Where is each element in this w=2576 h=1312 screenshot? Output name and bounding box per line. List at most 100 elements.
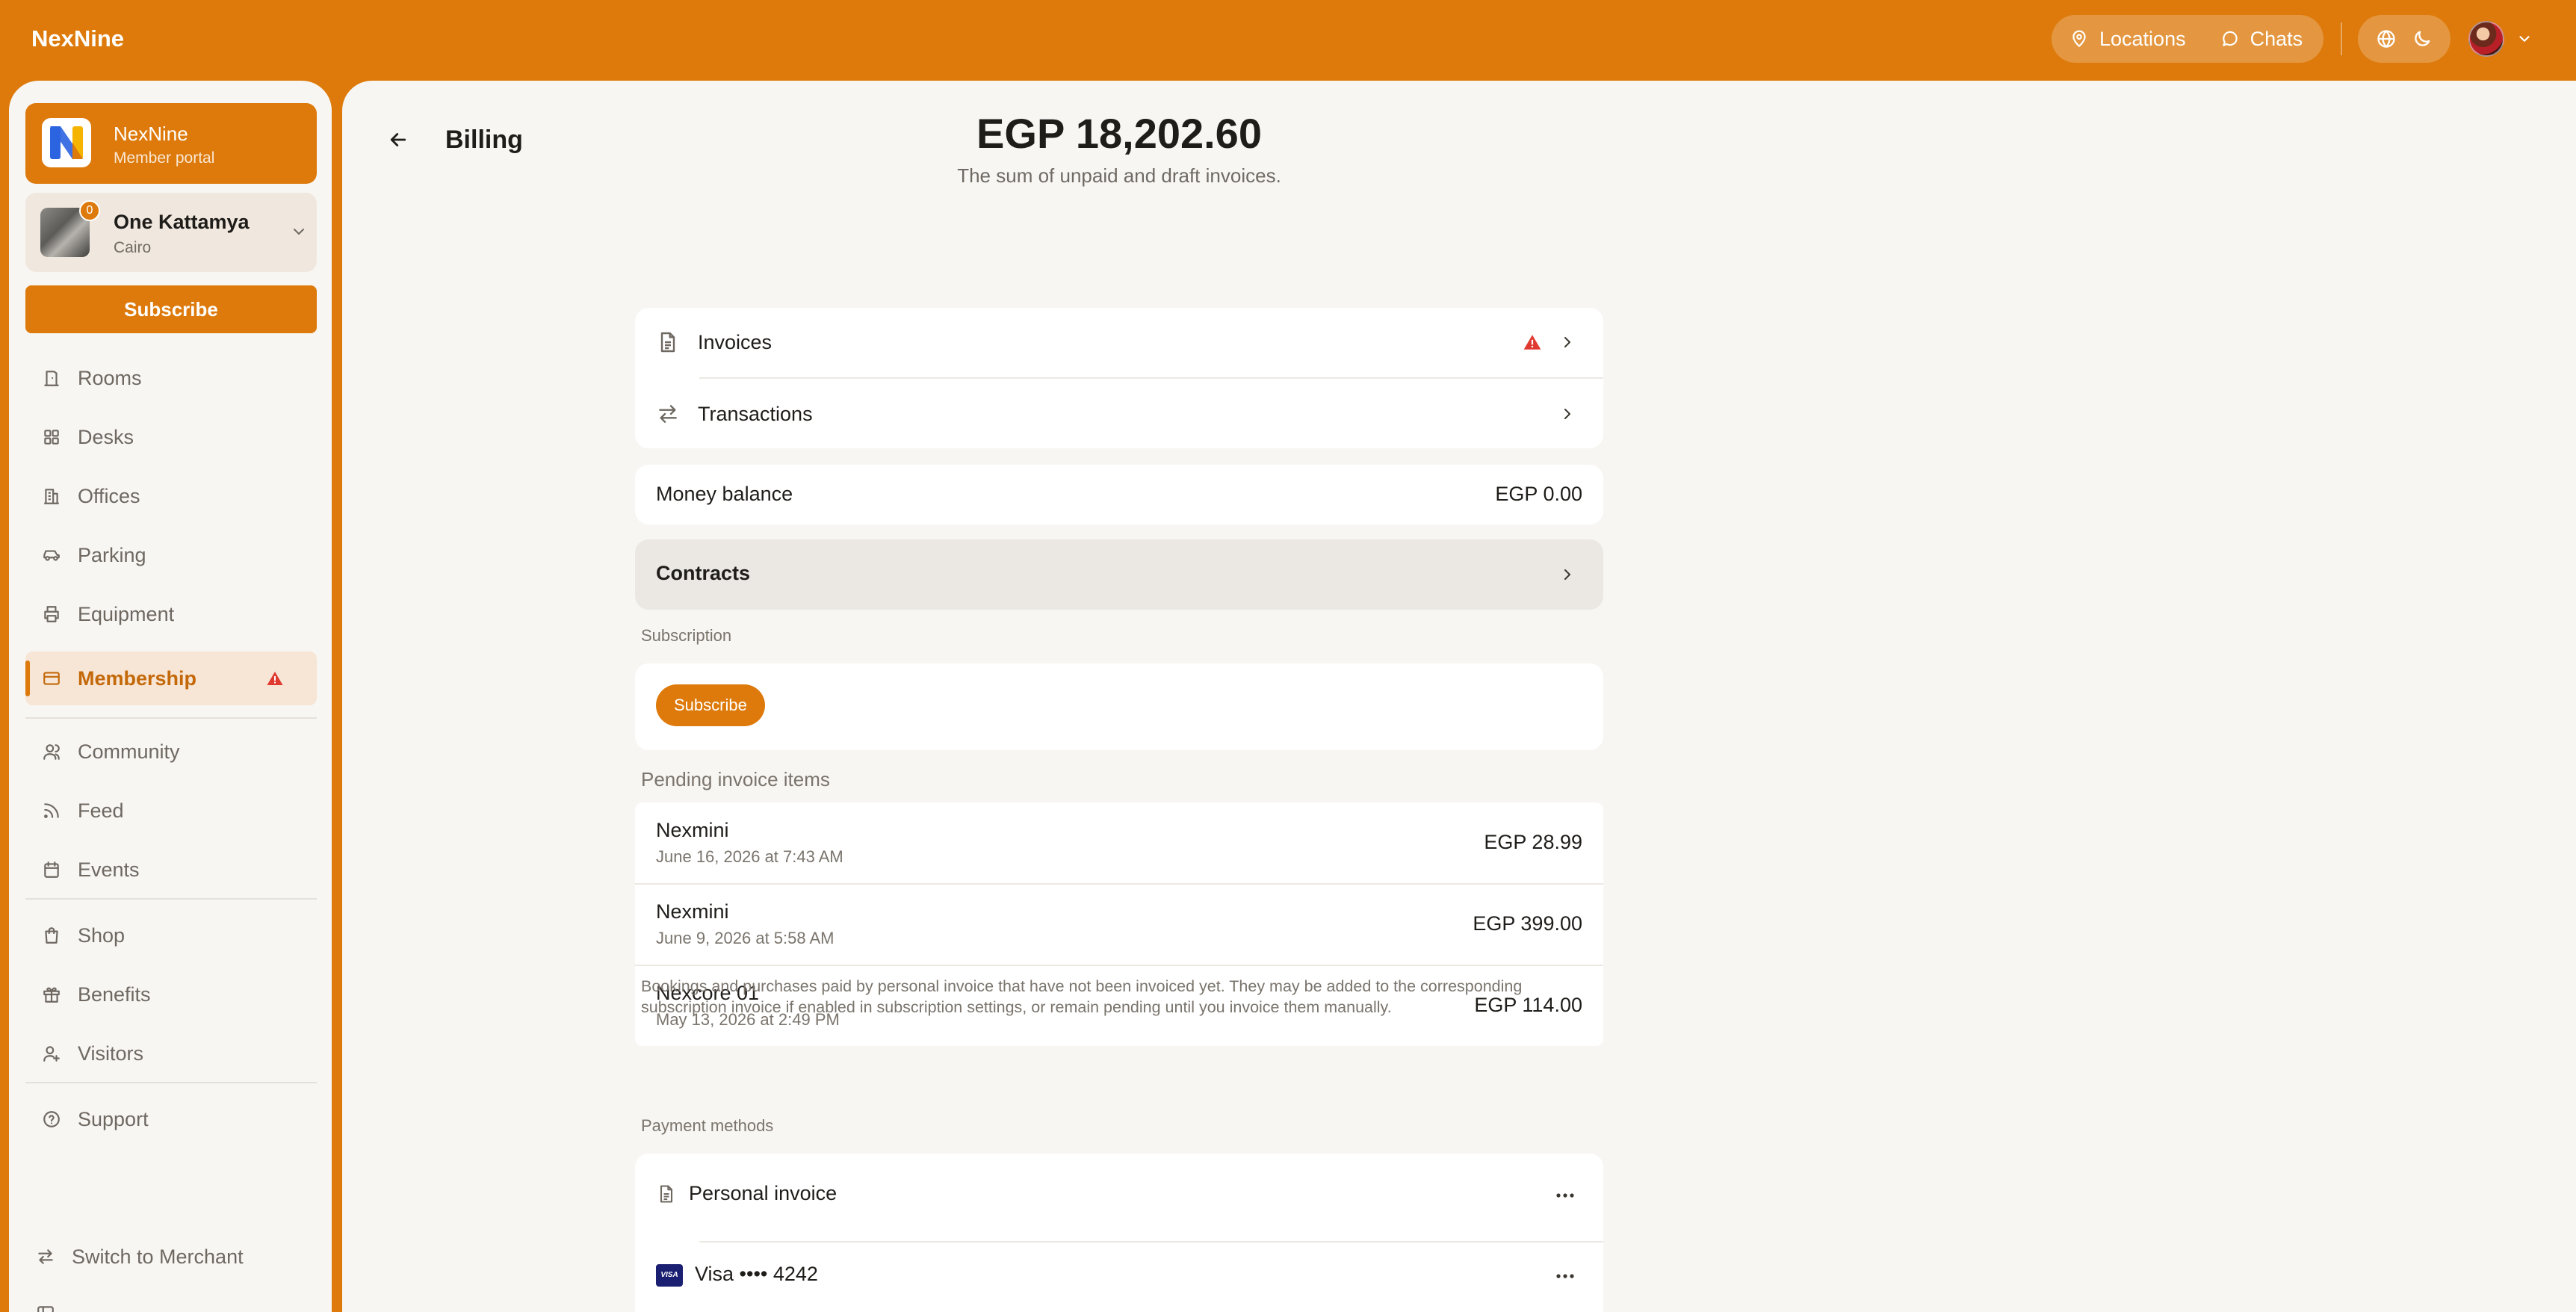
total-balance: EGP 18,202.60 <box>976 110 1262 157</box>
pending-item-amount: EGP 399.00 <box>1473 912 1582 935</box>
payment-method-label: Personal invoice <box>689 1182 837 1204</box>
transactions-link[interactable]: Transactions <box>635 380 1603 448</box>
grid-icon <box>44 430 59 445</box>
arrows-swap-icon <box>659 405 677 423</box>
document-icon <box>660 1185 673 1203</box>
sidebar-item-membership[interactable]: Membership <box>25 652 317 705</box>
shopping-bag-icon <box>45 927 58 944</box>
list-item[interactable]: Nexmini June 16, 2026 at 7:43 AM EGP 28.… <box>635 802 1603 883</box>
payment-methods-card: Personal invoice VISA Visa •••• 4242 <box>635 1154 1603 1312</box>
contracts-label: Contracts <box>656 562 751 584</box>
subscription-section-label: Subscription <box>641 626 732 645</box>
sidebar-item-label: Rooms <box>78 366 142 389</box>
sidebar-item-label: Membership <box>78 666 197 690</box>
nav-chats[interactable]: Chats <box>2220 28 2303 51</box>
pending-item-name: Nexmini <box>656 900 729 923</box>
top-nav: Locations Chats <box>2052 15 2323 63</box>
sidebar-item-desks[interactable]: Desks <box>25 410 317 464</box>
pending-item-amount: EGP 28.99 <box>1484 831 1582 853</box>
subscription-card: Subscribe <box>635 663 1603 750</box>
pending-section-label: Pending invoice items <box>641 768 830 790</box>
invoices-label: Invoices <box>698 330 773 353</box>
user-menu[interactable] <box>2468 19 2533 58</box>
sidebar-item-benefits[interactable]: Benefits <box>25 968 317 1021</box>
row-divider <box>699 377 1603 379</box>
money-balance-value: EGP 0.00 <box>1495 483 1582 505</box>
arrows-swap-icon <box>38 1249 53 1264</box>
payment-method-row[interactable]: Personal invoice <box>635 1163 1603 1227</box>
sidebar-subscribe-button[interactable]: Subscribe <box>25 285 317 333</box>
globe-icon[interactable] <box>2376 28 2397 49</box>
payment-method-row[interactable]: VISA Visa •••• 4242 <box>635 1243 1603 1308</box>
sidebar-item-offices[interactable]: Offices <box>25 469 317 523</box>
org-subtitle: Member portal <box>114 149 215 167</box>
location-selector[interactable]: 0 One Kattamya Cairo <box>25 193 317 272</box>
pending-item-date: June 16, 2026 at 7:43 AM <box>656 847 843 866</box>
payment-method-label: Visa •••• 4242 <box>695 1263 818 1285</box>
sidebar-item-rooms[interactable]: Rooms <box>25 351 317 405</box>
pending-note: Bookings and purchases paid by personal … <box>641 977 1523 1016</box>
sidebar-item-label: Offices <box>78 484 140 507</box>
top-tools <box>2358 15 2450 63</box>
contracts-link[interactable]: Contracts <box>635 539 1603 610</box>
sidebar-divider <box>25 898 317 900</box>
sidebar-item-label: Parking <box>78 543 146 566</box>
billing-links-card: Invoices Transactions <box>635 308 1603 448</box>
back-arrow-icon[interactable] <box>387 129 409 151</box>
balance-caption: The sum of unpaid and draft invoices. <box>957 164 1281 187</box>
sidebar-item-events[interactable]: Events <box>25 843 317 897</box>
sidebar-item-label: Visitors <box>78 1042 144 1065</box>
moon-icon[interactable] <box>2412 28 2433 49</box>
more-options-icon[interactable] <box>1555 1192 1575 1198</box>
printer-icon <box>44 606 59 622</box>
nav-locations[interactable]: Locations <box>2069 28 2186 51</box>
warning-icon <box>267 672 283 685</box>
topbar-divider <box>2341 22 2342 55</box>
collapse-sidebar[interactable] <box>25 1287 317 1312</box>
calendar-icon <box>44 861 59 878</box>
sidebar-item-shop[interactable]: Shop <box>25 909 317 962</box>
nav-locations-label: Locations <box>2099 27 2186 50</box>
org-name: NexNine <box>114 123 188 145</box>
sidebar-item-label: Support <box>78 1107 149 1130</box>
sidebar: NexNine Member portal 0 One Kattamya Cai… <box>9 81 332 1312</box>
avatar[interactable] <box>2468 21 2504 57</box>
more-options-icon[interactable] <box>1555 1273 1575 1279</box>
sidebar-item-label: Equipment <box>78 602 175 625</box>
document-icon <box>660 332 675 353</box>
location-city: Cairo <box>114 239 152 256</box>
sidebar-item-support[interactable]: Support <box>25 1092 317 1146</box>
brand-name[interactable]: NexNine <box>31 25 124 52</box>
chat-bubble-icon <box>2222 31 2238 46</box>
sidebar-item-equipment[interactable]: Equipment <box>25 587 317 641</box>
sidebar-divider <box>25 1082 317 1083</box>
chevron-down-icon <box>294 229 304 235</box>
sidebar-item-label: Shop <box>78 923 126 947</box>
help-circle-icon <box>43 1111 60 1127</box>
sidebar-item-community[interactable]: Community <box>25 725 317 779</box>
switch-to-merchant-label: Switch to Merchant <box>72 1245 244 1268</box>
org-card[interactable]: NexNine Member portal <box>25 103 317 184</box>
card-icon <box>43 672 60 685</box>
location-badge: 0 <box>79 200 100 221</box>
sidebar-item-feed[interactable]: Feed <box>25 784 317 838</box>
chevron-right-icon <box>1564 569 1570 580</box>
money-balance-label: Money balance <box>656 483 793 505</box>
invoices-link[interactable]: Invoices <box>635 308 1603 377</box>
sidebar-item-parking[interactable]: Parking <box>25 528 317 582</box>
money-balance-card: Money balance EGP 0.00 <box>635 465 1603 525</box>
sidebar-item-label: Events <box>78 858 140 881</box>
gift-icon <box>43 987 60 1003</box>
chevron-right-icon <box>1564 409 1570 419</box>
rss-icon <box>44 803 59 818</box>
sidebar-item-label: Desks <box>78 425 134 448</box>
sidebar-item-visitors[interactable]: Visitors <box>25 1027 317 1080</box>
subscribe-button[interactable]: Subscribe <box>656 684 765 726</box>
user-plus-icon <box>43 1046 60 1062</box>
row-divider <box>699 1241 1603 1243</box>
door-icon <box>44 371 59 386</box>
switch-to-merchant[interactable]: Switch to Merchant <box>25 1230 317 1284</box>
warning-icon <box>1523 335 1541 350</box>
list-item[interactable]: Nexmini June 9, 2026 at 5:58 AM EGP 399.… <box>635 884 1603 965</box>
sidebar-divider <box>25 717 317 719</box>
